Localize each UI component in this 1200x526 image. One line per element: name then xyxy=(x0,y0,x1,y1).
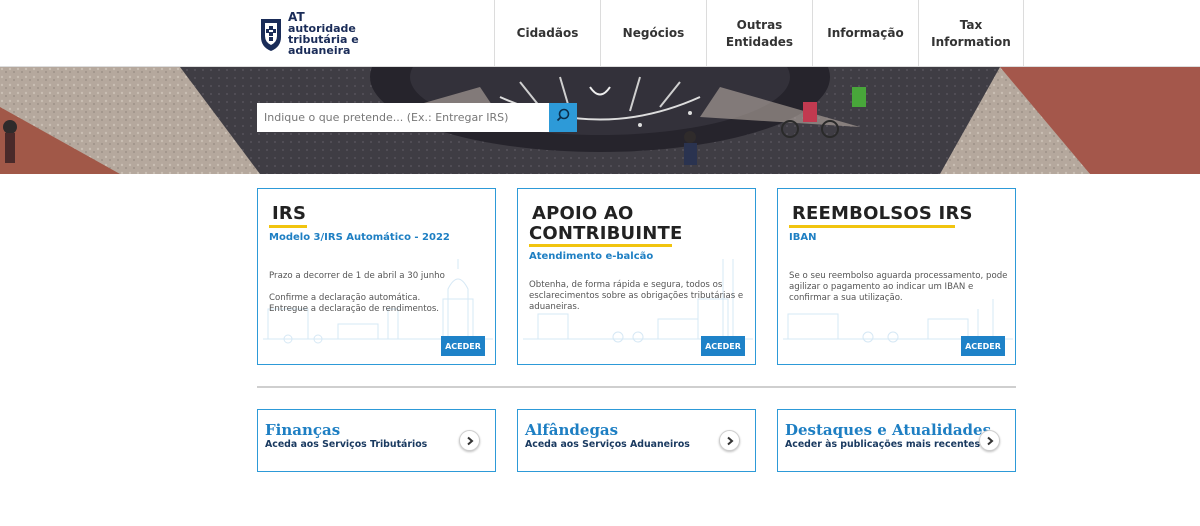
aceder-button[interactable]: ACEDER xyxy=(961,336,1005,356)
link-title: Finanças xyxy=(265,421,341,439)
nav-item-outras-entidades[interactable]: Outras Entidades xyxy=(706,0,812,67)
chevron-right-icon[interactable] xyxy=(459,430,480,451)
card-apoio-contribuinte: APOIO AO CONTRIBUINTE Atendimento e-balc… xyxy=(517,188,756,365)
title-underline xyxy=(789,225,955,228)
card-text-description: Obtenha, de forma rápida e segura, todos… xyxy=(529,280,744,312)
card-text-description: Se o seu reembolso aguarda processamento… xyxy=(789,271,1008,303)
link-subtitle: Aceda aos Serviços Aduaneiros xyxy=(525,439,690,450)
link-title: Alfândegas xyxy=(525,421,619,439)
search-button[interactable] xyxy=(549,103,577,132)
portugal-emblem-icon xyxy=(258,15,284,53)
link-subtitle: Aceder às publicações mais recentes xyxy=(785,439,981,450)
main-nav: Cidadãos Negócios Outras Entidades Infor… xyxy=(494,0,1024,67)
card-text-deadline: Prazo a decorrer de 1 de abril a 30 junh… xyxy=(269,271,445,281)
brand-line-3: tributária e aduaneira xyxy=(288,33,359,57)
hero-banner xyxy=(0,67,1200,174)
title-underline xyxy=(529,244,672,247)
title-underline xyxy=(269,225,307,228)
chevron-right-icon[interactable] xyxy=(719,430,740,451)
card-title-line-1: APOIO AO xyxy=(532,203,634,224)
aceder-button[interactable]: ACEDER xyxy=(701,336,745,356)
site-header: AT autoridade tributária e aduaneira Cid… xyxy=(0,0,1200,67)
card-irs: IRS Modelo 3/IRS Automático - 2022 Prazo… xyxy=(257,188,496,365)
card-title: IRS xyxy=(272,203,307,224)
link-financas[interactable]: Finanças Aceda aos Serviços Tributários xyxy=(257,409,496,472)
card-subtitle[interactable]: Modelo 3/IRS Automático - 2022 xyxy=(269,232,450,243)
nav-item-informacao[interactable]: Informação xyxy=(812,0,918,67)
hero-image xyxy=(0,67,1200,174)
nav-item-tax-information[interactable]: Tax Information xyxy=(918,0,1024,67)
link-subtitle: Aceda aos Serviços Tributários xyxy=(265,439,428,450)
link-title: Destaques e Atualidades xyxy=(785,421,992,439)
nav-item-cidadaos[interactable]: Cidadãos xyxy=(494,0,600,67)
card-reembolsos-irs: REEMBOLSOS IRS IBAN Se o seu reembolso a… xyxy=(777,188,1016,365)
section-divider xyxy=(257,386,1016,388)
search-bar xyxy=(257,103,577,132)
search-input[interactable] xyxy=(257,103,549,132)
card-subtitle[interactable]: Atendimento e-balcão xyxy=(529,251,653,262)
link-destaques-atualidades[interactable]: Destaques e Atualidades Aceder às public… xyxy=(777,409,1016,472)
card-title-line-2: CONTRIBUINTE xyxy=(529,223,683,244)
site-logo[interactable]: AT autoridade tributária e aduaneira xyxy=(258,11,418,57)
search-icon xyxy=(556,108,570,127)
aceder-button[interactable]: ACEDER xyxy=(441,336,485,356)
chevron-right-icon[interactable] xyxy=(979,430,1000,451)
card-subtitle[interactable]: IBAN xyxy=(789,232,816,243)
card-title: REEMBOLSOS IRS xyxy=(792,203,973,224)
link-alfandegas[interactable]: Alfândegas Aceda aos Serviços Aduaneiros xyxy=(517,409,756,472)
nav-item-negocios[interactable]: Negócios xyxy=(600,0,706,67)
card-text-description: Confirme a declaração automática. Entreg… xyxy=(269,293,440,314)
